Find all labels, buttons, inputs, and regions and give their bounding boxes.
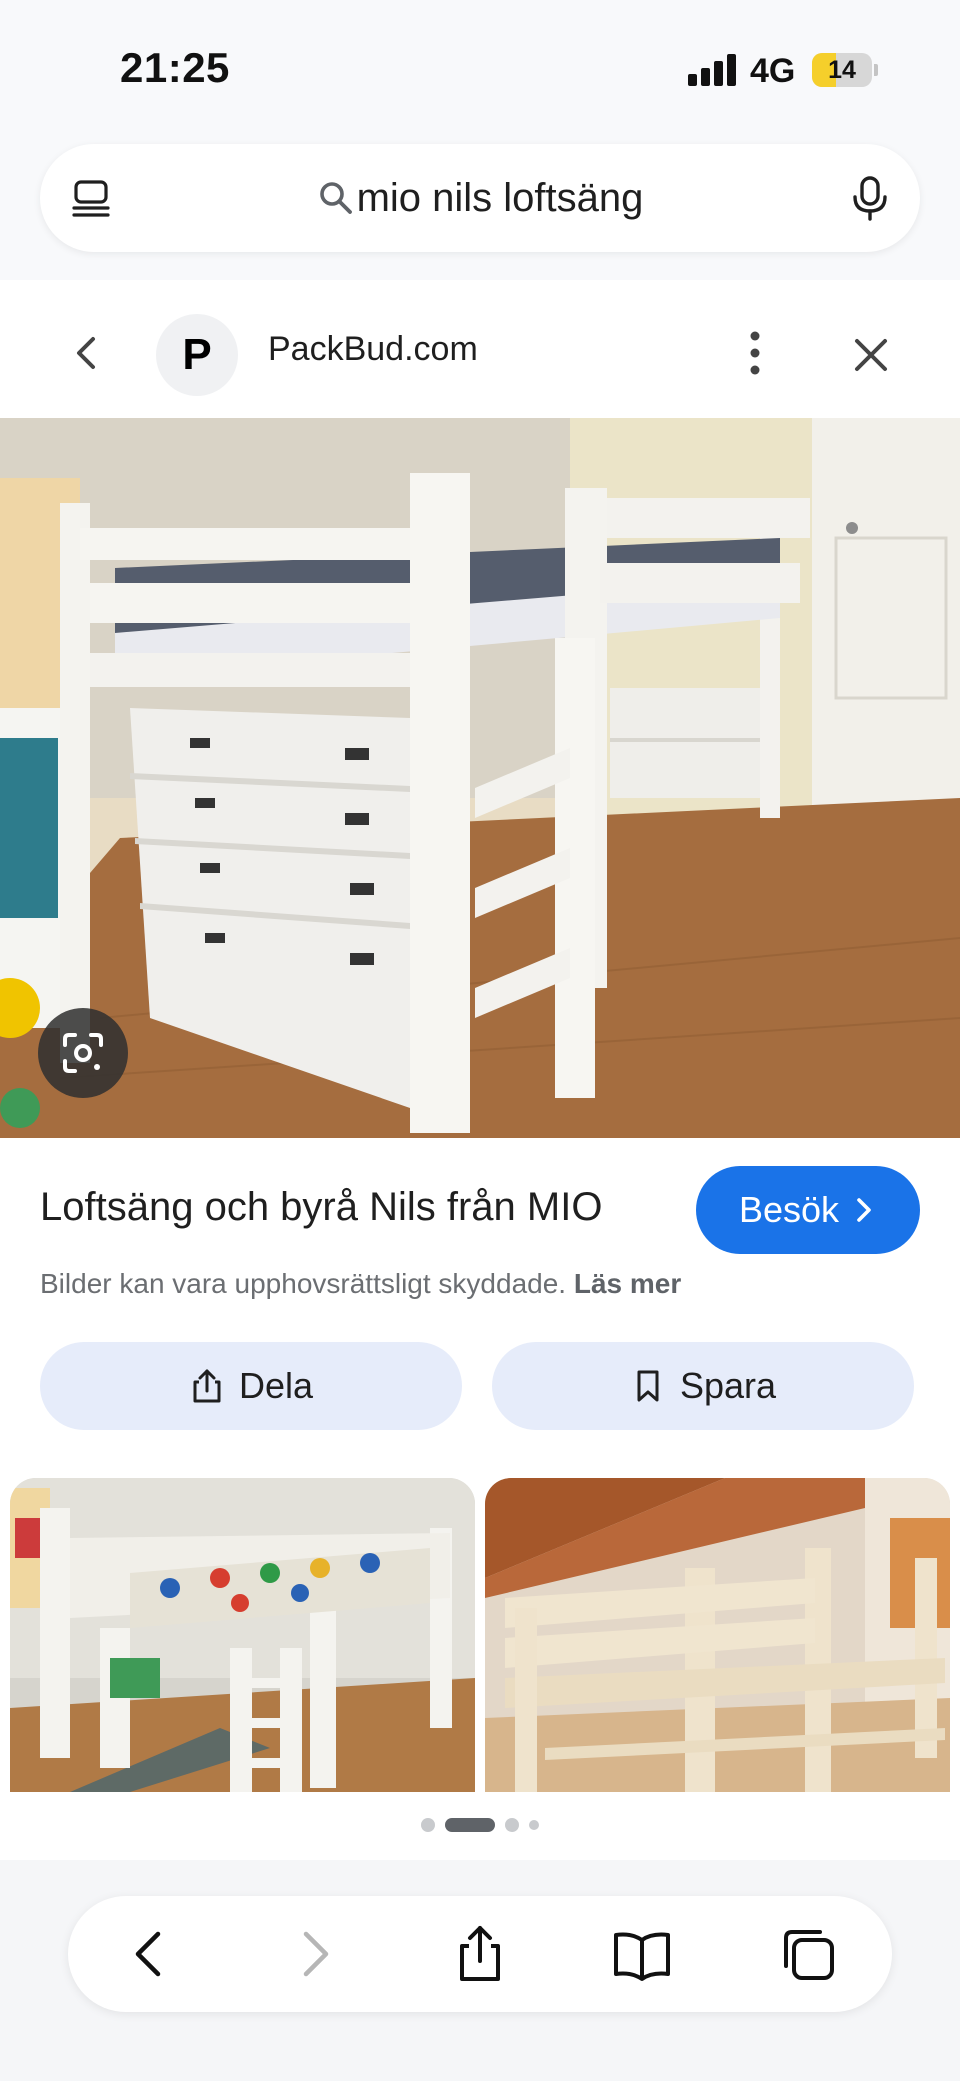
carousel-dot (529, 1820, 539, 1830)
share-icon[interactable] (450, 1924, 510, 1984)
forward-icon[interactable] (284, 1924, 344, 1984)
bookmarks-icon[interactable] (612, 1924, 672, 1984)
related-loft-bed-photo-2 (485, 1478, 950, 1792)
save-label: Spara (679, 1365, 777, 1406)
carousel-dot (505, 1818, 519, 1832)
back-icon[interactable] (120, 1924, 180, 1984)
google-lens-icon (63, 1033, 103, 1073)
share-label: Dela (238, 1365, 314, 1406)
status-time: 21:25 (120, 44, 230, 91)
google-lens-button[interactable] (38, 1008, 128, 1098)
search-icon (319, 182, 352, 214)
loft-bed-photo (0, 418, 960, 1138)
network-type: 4G (750, 52, 796, 90)
source-row: P PackBud.com (0, 280, 960, 418)
page: 21:25 4G 14 mio nils loftsäng P PackBud.… (0, 0, 960, 2081)
close-icon[interactable] (852, 336, 890, 374)
related-image-1[interactable] (10, 1478, 475, 1792)
share-icon (193, 1369, 221, 1403)
battery-level: 14 (828, 56, 856, 84)
cellular-signal-icon (688, 54, 738, 86)
chevron-right-icon (857, 1198, 871, 1222)
battery-icon: 14 (812, 53, 872, 87)
mic-icon[interactable] (846, 174, 894, 222)
copyright-text: Bilder kan vara upphovsrättsligt skyddad… (40, 1268, 567, 1299)
carousel-dot (421, 1818, 435, 1832)
site-favicon[interactable]: P (156, 314, 238, 396)
result-title: Loftsäng och byrå Nils från MIO (40, 1185, 603, 1229)
search-query[interactable]: mio nils loftsäng (357, 176, 644, 221)
related-image-2[interactable] (485, 1478, 950, 1792)
chevron-left-icon[interactable] (66, 332, 108, 374)
visit-button[interactable]: Besök (696, 1166, 920, 1254)
copyright-notice: Bilder kan vara upphovsrättsligt skyddad… (40, 1268, 681, 1300)
carousel-dot-active (445, 1818, 495, 1832)
visit-label: Besök (738, 1189, 840, 1230)
more-vertical-icon[interactable] (737, 328, 773, 378)
read-more-link[interactable]: Läs mer (574, 1268, 681, 1299)
bookmark-icon (637, 1370, 659, 1402)
carousel-indicator (0, 1818, 960, 1832)
source-site-name[interactable]: PackBud.com (268, 330, 478, 369)
battery-tip (874, 64, 878, 76)
result-image[interactable] (0, 418, 960, 1138)
search-bar[interactable]: mio nils loftsäng (40, 144, 920, 252)
browser-toolbar (68, 1896, 892, 2012)
status-bar: 21:25 4G 14 (0, 0, 960, 130)
tabs-icon[interactable] (778, 1924, 838, 1984)
share-button[interactable]: Dela (40, 1342, 462, 1430)
save-button[interactable]: Spara (492, 1342, 914, 1430)
related-loft-bed-photo-1 (10, 1478, 475, 1792)
search-query-area[interactable]: mio nils loftsäng (40, 144, 920, 252)
